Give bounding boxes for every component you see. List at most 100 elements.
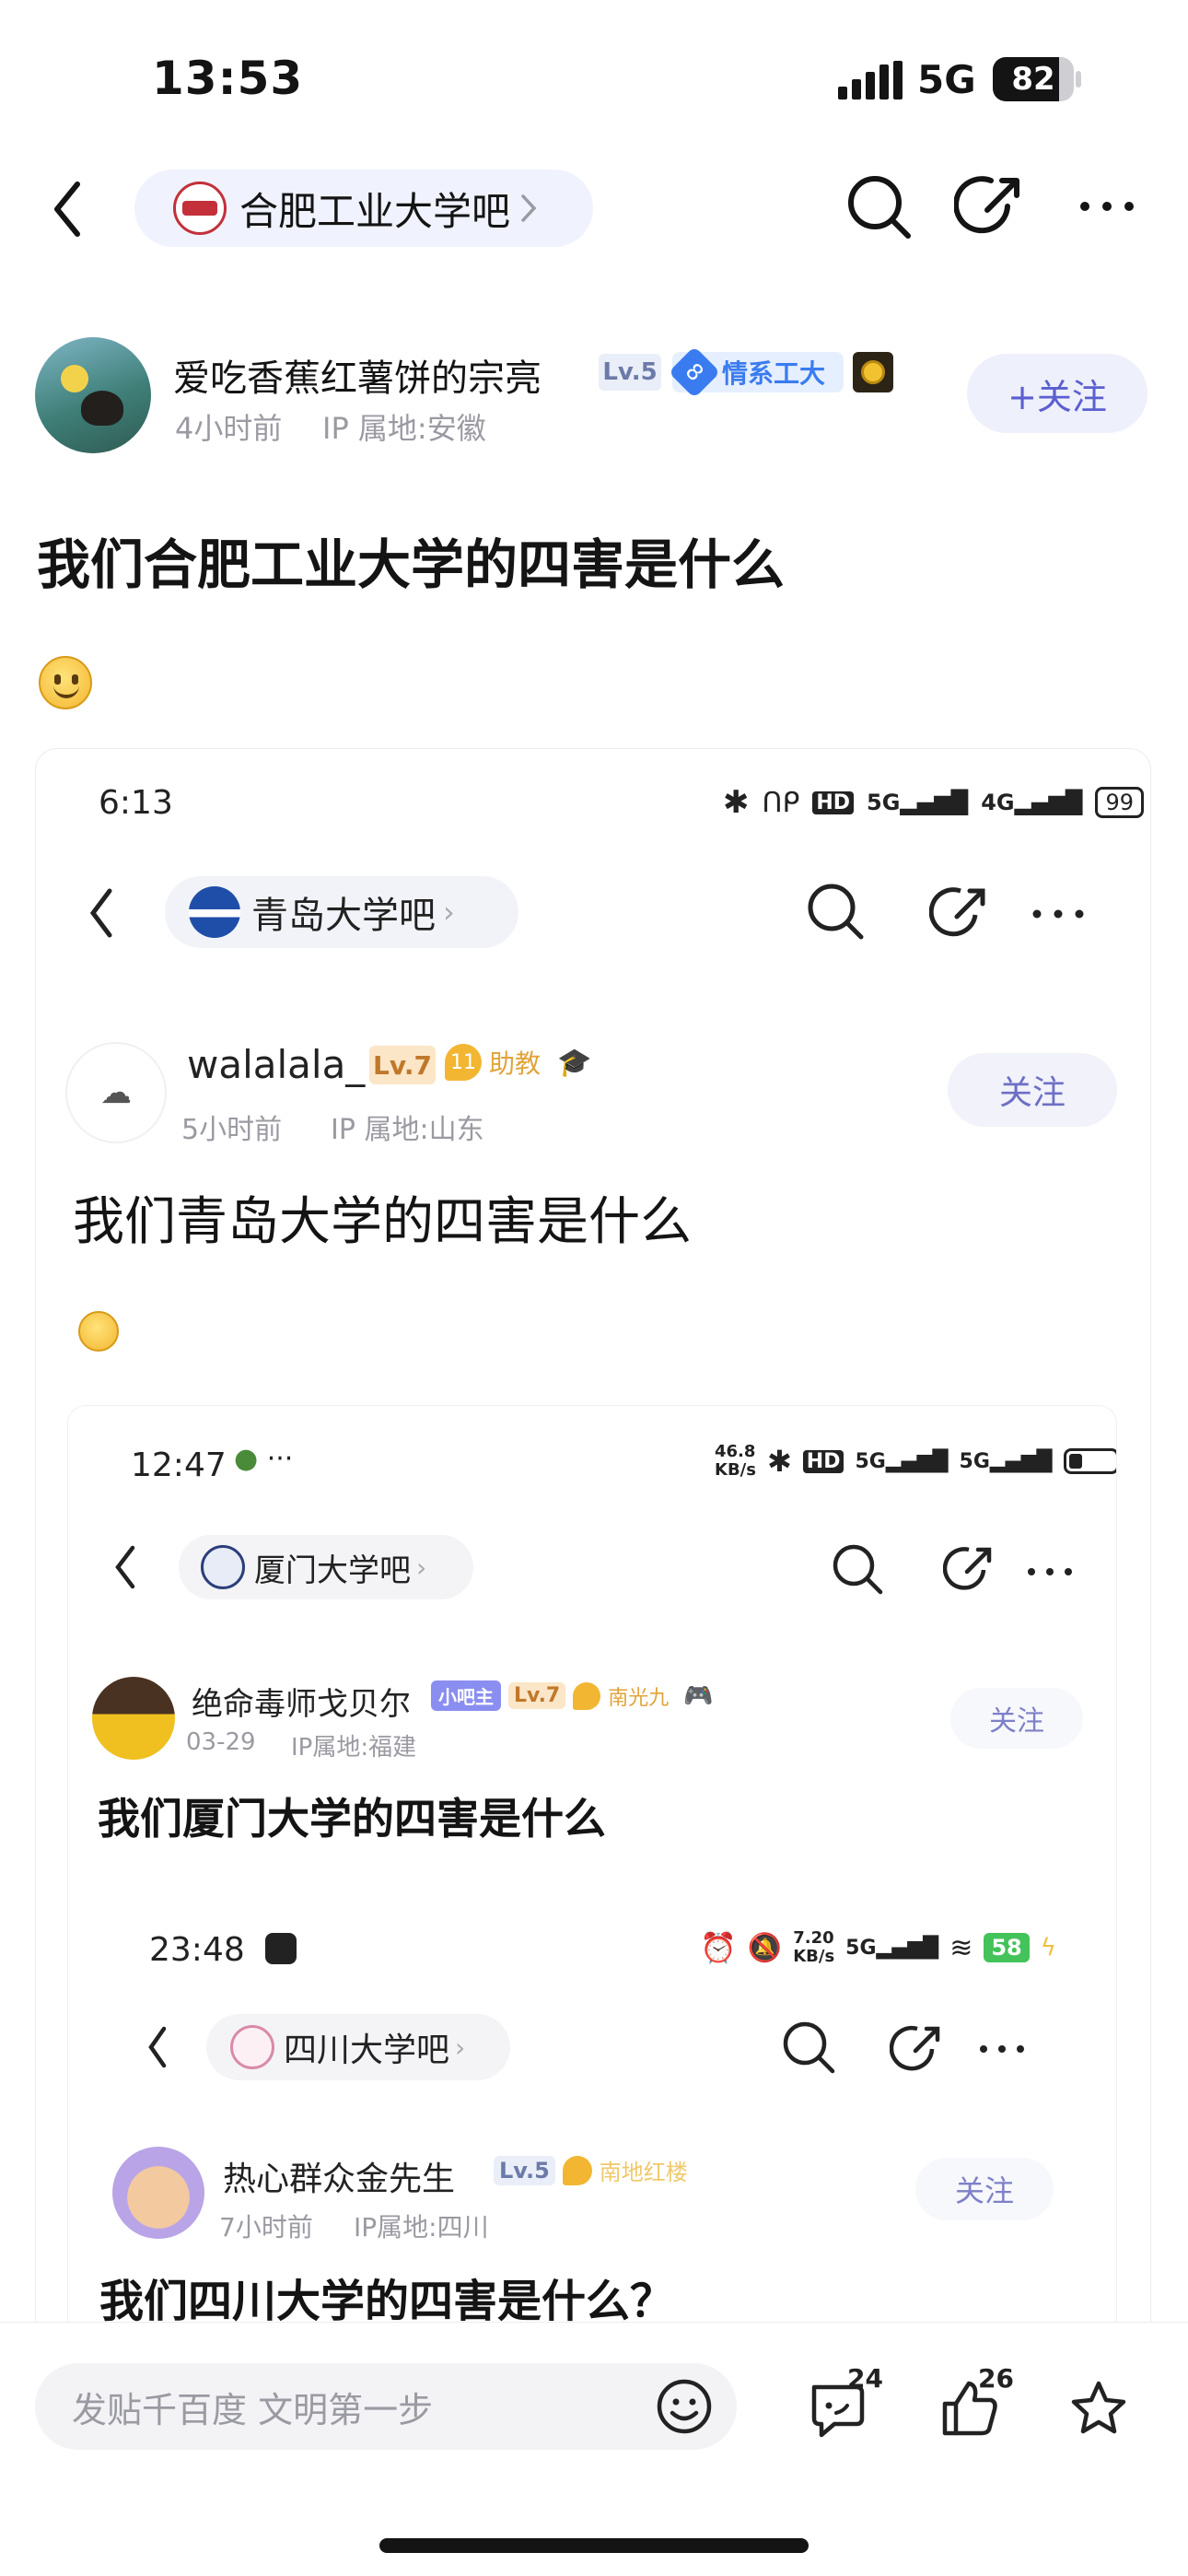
shot1-forum-logo-icon (189, 886, 240, 938)
shot1-badge-text: 助教 (489, 1048, 542, 1079)
shot3-status-icons: ⏰ 🔕 7.20 KB/s 5G▂▄▆█ ≋ 58 ϟ (700, 1928, 1056, 1966)
member-badge: 8 情系工大 (668, 345, 844, 399)
shot2-forum-logo-icon (201, 1545, 245, 1589)
shot3-title: 我们四川大学的四害是什么？ (99, 2276, 675, 2327)
embedded-screenshot-1[interactable]: 6:13 ✱ ᑎᑭ HD 5G▂▄▆█ 4G▂▄▆█ 99 青岛大学吧 › ☁ wa… (35, 748, 1151, 2370)
shot2-status-extra: ● ··· (234, 1443, 294, 1475)
forum-logo-icon (173, 181, 227, 235)
post-time: 4小时前 (175, 411, 283, 446)
shot3-author-name: 热心群众金先生 (223, 2160, 456, 2198)
author-avatar[interactable] (35, 337, 151, 453)
shot1-status-time: 6:13 (99, 784, 173, 822)
shot3-record-icon (265, 1933, 297, 1964)
shot3-search-icon (779, 2018, 838, 2077)
more-icon[interactable] (1077, 197, 1136, 216)
shot1-more-icon (1031, 907, 1086, 920)
shot3-level-tag: Lv.5 (494, 2155, 555, 2185)
shot1-time: 5小时前 (181, 1114, 283, 1146)
author-name[interactable]: 爱吃香蕉红薯饼的宗亮 (173, 348, 542, 402)
shot2-ip: IP属地:福建 (291, 1734, 417, 1762)
shot3-time: 7小时前 (219, 2212, 313, 2242)
shot3-follow-label: 关注 (954, 2173, 1014, 2208)
shot3-follow-button: 关注 (915, 2158, 1054, 2220)
shot3-forum-logo-icon (230, 2025, 274, 2069)
shot2-more-icon (1026, 1566, 1074, 1577)
shot2-forum-pill: 厦门大学吧 › (179, 1535, 473, 1599)
shot2-edit-icon (943, 1542, 996, 1596)
shot3-forum-name: 四川大学吧 (284, 2032, 450, 2069)
shot2-game-icon: 🎮 (683, 1681, 714, 1710)
shot1-badge-num: 11 (445, 1044, 482, 1081)
shot1-follow-label: 关注 (998, 1074, 1066, 1112)
shot1-badge: 11 助教 🎓 (445, 1044, 591, 1081)
post-ip: IP 属地:安徽 (322, 411, 486, 446)
battery-level: 82 (1011, 61, 1055, 98)
shot3-back-icon (142, 2023, 173, 2071)
shot2-forum-name: 厦门大学吧 (254, 1551, 411, 1589)
edit-post-icon[interactable] (954, 170, 1028, 243)
shot2-status-icons: 46.8 KB/s ✱ HD 5G▂▄▆█ 5G▂▄▆█ (715, 1442, 1116, 1480)
shot3-speed-bottom: KB/s (793, 1947, 835, 1966)
shot2-chevron-icon: › (416, 1551, 427, 1583)
shot3-more-icon (978, 2043, 1026, 2055)
star-icon[interactable] (1066, 2376, 1131, 2441)
post-title: 我们合肥工业大学的四害是什么 (37, 533, 786, 596)
smile-emoji-icon (39, 656, 92, 709)
shot1-smile-emoji-icon (78, 1311, 119, 1352)
shot1-cap-icon: 🎓 (557, 1046, 592, 1079)
level-tag: Lv.5 (599, 354, 661, 391)
embedded-screenshot-3: 23:48 ⏰ 🔕 7.20 KB/s 5G▂▄▆█ ≋ 58 ϟ 四川大学吧 › 热… (68, 1896, 1116, 2369)
shot2-title: 我们厦门大学的四害是什么 (98, 1794, 606, 1844)
shot2-level-tag: Lv.7 (508, 1682, 566, 1709)
shot2-avatar (92, 1677, 175, 1760)
home-indicator (379, 2538, 809, 2553)
shot3-ip: IP属地:四川 (354, 2212, 489, 2242)
shot1-battery: 99 (1095, 787, 1145, 818)
shot1-title: 我们青岛大学的四害是什么 (73, 1192, 692, 1252)
shot2-time: 03-29 (186, 1728, 256, 1756)
shot1-avatar: ☁ (65, 1042, 167, 1143)
shot1-search-icon (802, 878, 868, 944)
shot1-status-icons: ✱ ᑎᑭ HD 5G▂▄▆█ 4G▂▄▆█ 99 (723, 784, 1145, 821)
badge-number-icon: 8 (668, 345, 721, 399)
shot3-status-time: 23:48 (149, 1931, 245, 1969)
search-icon[interactable] (842, 170, 915, 243)
comment-placeholder: 发贴千百度 文明第一步 (72, 2389, 434, 2430)
chevron-right-icon (519, 193, 538, 224)
back-button[interactable] (46, 177, 92, 241)
shot2-search-icon (829, 1540, 886, 1598)
shot2-tags: 小吧主 Lv.7 南光九 🎮 (431, 1680, 714, 1711)
shot1-forum-pill: 青岛大学吧 › (165, 876, 518, 948)
follow-button[interactable]: +关注 (967, 354, 1147, 433)
signal-icon (838, 61, 904, 101)
shot3-tags: Lv.5 南地红楼 (494, 2154, 688, 2186)
shot1-chevron-icon: › (443, 895, 455, 930)
shot2-follow-label: 关注 (989, 1705, 1044, 1738)
shot3-chevron-icon: › (455, 2032, 466, 2063)
network-type: 5G (917, 57, 976, 102)
shot1-back-icon (84, 885, 121, 941)
emoji-button-icon[interactable] (654, 2376, 715, 2437)
forum-pill[interactable]: 合肥工业大学吧 (134, 170, 593, 247)
status-bar: 13:53 5G 82 (0, 0, 1188, 138)
shot2-back-icon (109, 1542, 142, 1592)
shot1-follow-button: 关注 (948, 1053, 1117, 1127)
status-time: 13:53 (152, 52, 304, 105)
shot3-forum-pill: 四川大学吧 › (206, 2014, 510, 2080)
shot2-author-name: 绝命毒师戈贝尔 (192, 1686, 411, 1723)
comment-count: 24 (847, 2363, 883, 2394)
shot2-speed-top: 46.8 (715, 1442, 756, 1461)
shot3-badge-text: 南地红楼 (599, 2160, 688, 2185)
shot1-level-tag: Lv.7 (369, 1046, 436, 1084)
like-count: 26 (978, 2363, 1014, 2394)
badge-text: 情系工大 (722, 358, 826, 389)
shot1-edit-icon (929, 882, 992, 944)
shot2-role-tag: 小吧主 (431, 1680, 501, 1711)
shot3-edit-icon (890, 2020, 945, 2075)
shot2-speed-bottom: KB/s (715, 1460, 756, 1480)
comment-input[interactable]: 发贴千百度 文明第一步 (35, 2363, 737, 2450)
shot2-badge-icon (573, 1681, 601, 1710)
forum-name: 合肥工业大学吧 (239, 188, 511, 234)
shot1-ip: IP 属地:山东 (331, 1114, 484, 1146)
shot3-avatar (112, 2147, 204, 2239)
